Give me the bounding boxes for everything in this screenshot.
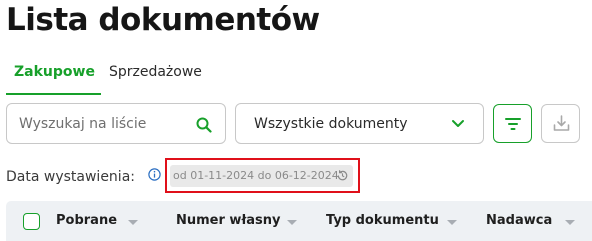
column-header-numer-wlasny[interactable]: Numer własny xyxy=(176,213,281,228)
reset-icon[interactable] xyxy=(336,169,349,182)
filter-icon xyxy=(505,118,521,130)
download-button[interactable] xyxy=(541,104,580,143)
sort-caret-icon[interactable] xyxy=(565,220,575,225)
table-header: Pobrane Numer własny Typ dokumentu Nadaw… xyxy=(6,201,592,241)
sort-caret-icon[interactable] xyxy=(287,220,297,225)
select-all-checkbox[interactable] xyxy=(23,213,40,230)
tab-zakupowe[interactable]: Zakupowe xyxy=(6,60,101,95)
column-header-typ-dokumentu[interactable]: Typ dokumentu xyxy=(326,213,439,228)
sort-caret-icon[interactable] xyxy=(447,220,457,225)
tab-sprzedazowe[interactable]: Sprzedażowe xyxy=(101,60,210,95)
search-icon[interactable] xyxy=(195,116,213,134)
sort-caret-icon[interactable] xyxy=(128,220,138,225)
date-range-text: od 01-11-2024 do 06-12-2024 xyxy=(173,169,339,182)
column-header-pobrane[interactable]: Pobrane xyxy=(56,213,117,228)
search-input[interactable]: Wyszukaj na liście xyxy=(6,103,226,144)
page-title: Lista dokumentów xyxy=(6,2,320,38)
search-placeholder: Wyszukaj na liście xyxy=(19,116,147,132)
document-type-select[interactable]: Wszystkie dokumenty xyxy=(235,103,484,144)
date-filter-label: Data wystawienia: xyxy=(6,169,135,185)
chevron-down-icon xyxy=(452,120,464,127)
info-icon[interactable] xyxy=(148,168,161,181)
date-range-chip[interactable]: od 01-11-2024 do 06-12-2024 xyxy=(170,165,353,187)
column-header-nadawca[interactable]: Nadawca xyxy=(486,213,552,228)
download-icon xyxy=(553,115,570,131)
filter-button[interactable] xyxy=(493,104,532,143)
document-type-value: Wszystkie dokumenty xyxy=(254,116,408,132)
tab-bar: Zakupowe Sprzedażowe xyxy=(6,60,210,95)
